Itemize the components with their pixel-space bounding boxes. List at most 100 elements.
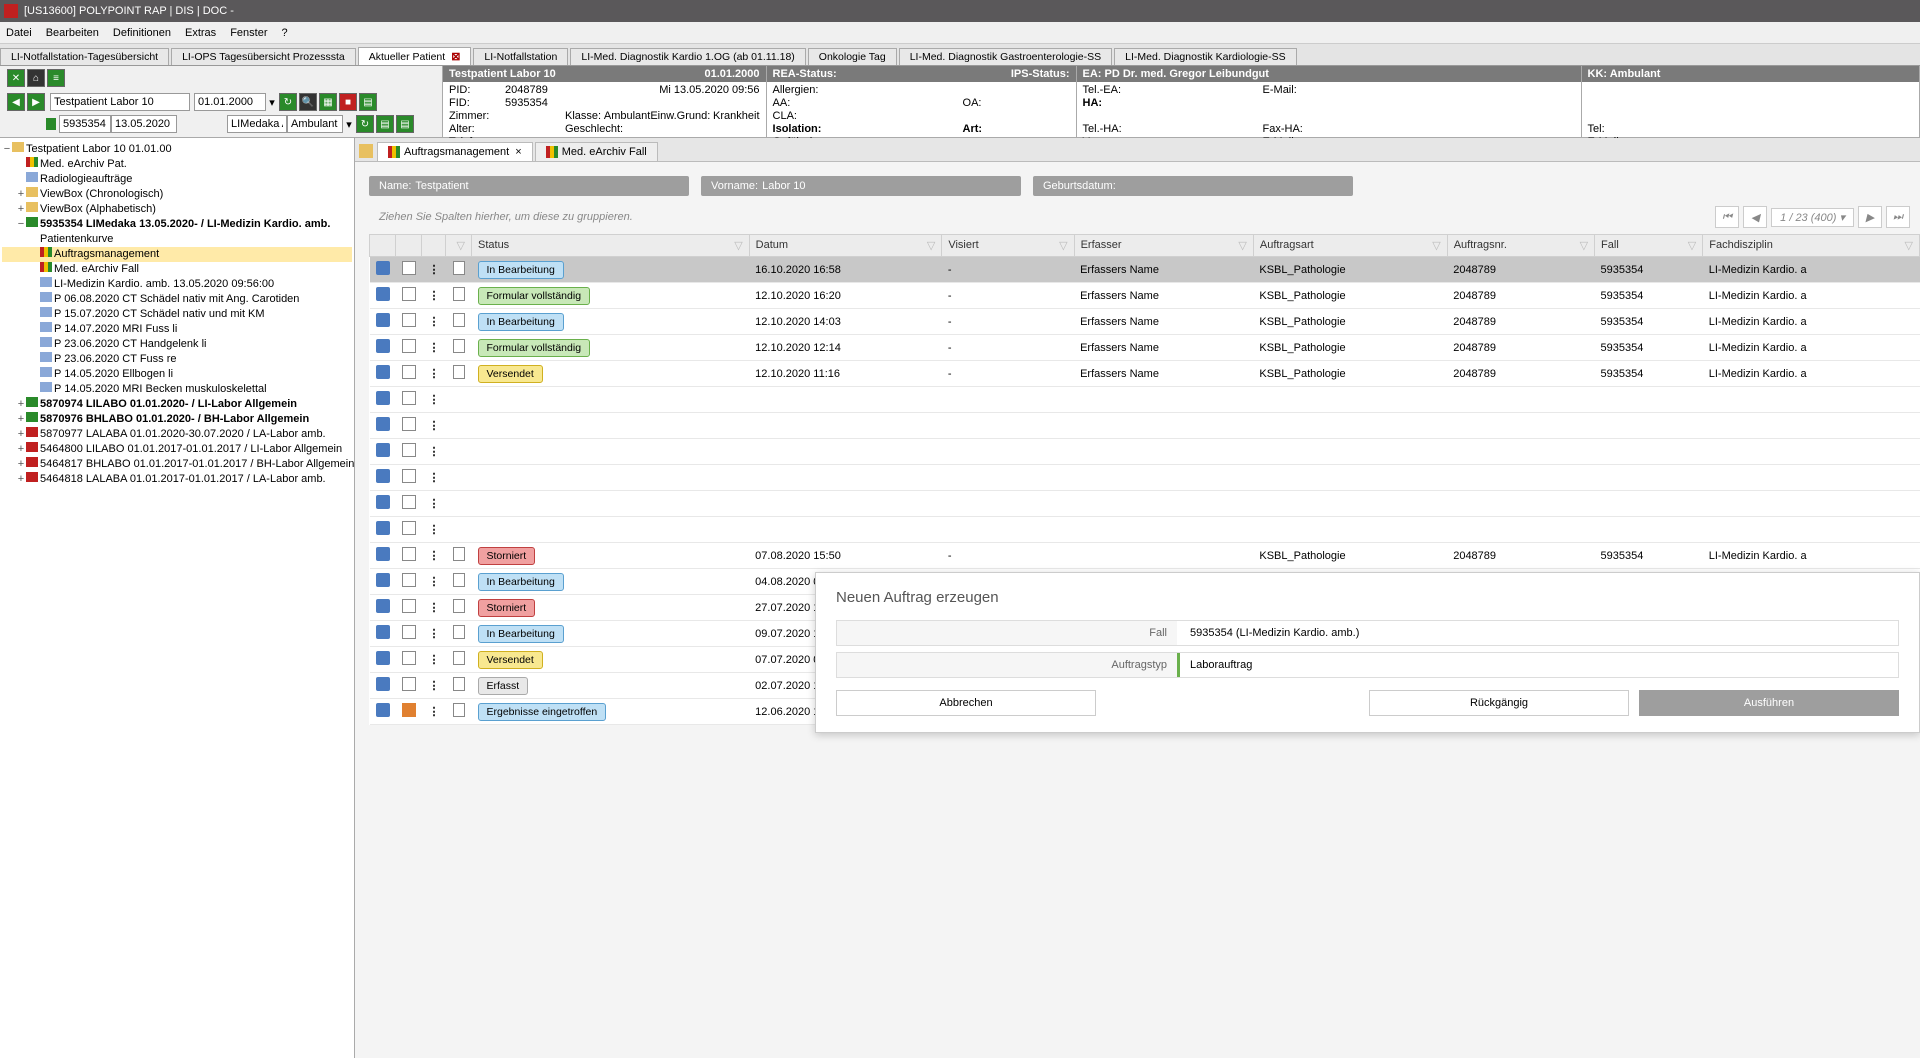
toolbar-icon[interactable]: 🔍 [299, 93, 317, 111]
folder-icon[interactable] [359, 144, 373, 158]
row-menu-icon[interactable]: ⋮ [429, 342, 439, 354]
row-flag-icon[interactable] [402, 547, 416, 561]
tree-node[interactable]: +5870974 LILABO 01.01.2020- / LI-Labor A… [2, 397, 352, 412]
submit-button[interactable]: Ausführen [1639, 690, 1899, 716]
table-row[interactable]: ⋮Formular vollständig12.10.2020 12:14-Er… [370, 335, 1920, 361]
column-header[interactable]: Auftragsnr.▽ [1447, 235, 1594, 257]
tree-node[interactable]: +ViewBox (Alphabetisch) [2, 202, 352, 217]
row-flag-icon[interactable] [402, 677, 416, 691]
tree-node[interactable]: P 23.06.2020 CT Handgelenk li [2, 337, 352, 352]
row-action-icon[interactable] [376, 339, 390, 353]
row-action-icon[interactable] [376, 573, 390, 587]
tree-node[interactable]: P 15.07.2020 CT Schädel nativ und mit KM [2, 307, 352, 322]
row-menu-icon[interactable]: ⋮ [429, 628, 439, 640]
row-flag-icon[interactable] [402, 287, 416, 301]
row-flag-icon[interactable] [402, 573, 416, 587]
menu-datei[interactable]: Datei [6, 27, 32, 39]
row-flag-icon[interactable] [402, 313, 416, 327]
tree-node[interactable]: Med. eArchiv Pat. [2, 157, 352, 172]
column-header[interactable]: Datum▽ [749, 235, 942, 257]
location-input[interactable] [227, 115, 287, 133]
tree-node[interactable]: Patientenkurve [2, 232, 352, 247]
document-icon[interactable] [453, 313, 465, 327]
undo-button[interactable]: Rückgängig [1369, 690, 1629, 716]
row-menu-icon[interactable]: ⋮ [429, 602, 439, 614]
cancel-button[interactable]: Abbrechen [836, 690, 1096, 716]
row-action-icon[interactable] [376, 287, 390, 301]
table-row[interactable]: ⋮ [370, 517, 1920, 543]
pager-last-icon[interactable]: ⏭ [1886, 206, 1910, 228]
document-icon[interactable] [453, 599, 465, 613]
patient-dob-input[interactable] [194, 93, 266, 111]
table-row[interactable]: ⋮Versendet12.10.2020 11:16-Erfassers Nam… [370, 361, 1920, 387]
close-icon[interactable]: ⊠ [451, 51, 460, 63]
tree-root[interactable]: Testpatient Labor 10 01.01.00 [26, 143, 172, 155]
document-icon[interactable] [453, 261, 465, 275]
main-tab[interactable]: LI-Med. Diagnostik Kardio 1.OG (ab 01.11… [570, 48, 805, 65]
row-flag-icon[interactable] [402, 599, 416, 613]
table-row[interactable]: ⋮ [370, 439, 1920, 465]
pager-next-icon[interactable]: ▶ [1858, 206, 1882, 228]
tree-node[interactable]: P 14.07.2020 MRI Fuss li [2, 322, 352, 337]
table-row[interactable]: ⋮ [370, 491, 1920, 517]
table-row[interactable]: ⋮ [370, 413, 1920, 439]
row-flag-icon[interactable] [402, 339, 416, 353]
column-header[interactable]: Fall▽ [1595, 235, 1703, 257]
tree-node[interactable]: P 14.05.2020 Ellbogen li [2, 367, 352, 382]
main-tab[interactable]: LI-Notfallstation [473, 48, 568, 65]
row-menu-icon[interactable]: ⋮ [429, 680, 439, 692]
row-menu-icon[interactable]: ⋮ [429, 576, 439, 588]
tab-earchiv[interactable]: Med. eArchiv Fall [535, 142, 658, 161]
document-icon[interactable] [453, 677, 465, 691]
document-icon[interactable] [453, 339, 465, 353]
column-header[interactable]: Status▽ [472, 235, 750, 257]
class-input[interactable] [287, 115, 343, 133]
pager-text[interactable]: 1 / 23 (400) ▾ [1771, 208, 1854, 227]
toolbar-icon[interactable]: ↻ [356, 115, 374, 133]
table-row[interactable]: ⋮Storniert07.08.2020 15:50-KSBL_Patholog… [370, 543, 1920, 569]
row-menu-icon[interactable]: ⋮ [429, 264, 439, 276]
document-icon[interactable] [453, 547, 465, 561]
row-flag-icon[interactable] [402, 365, 416, 379]
toolbar-icon[interactable]: ▤ [359, 93, 377, 111]
row-action-icon[interactable] [376, 313, 390, 327]
tree-node[interactable]: P 14.05.2020 MRI Becken muskuloskelettal [2, 382, 352, 397]
pager-first-icon[interactable]: ⏮ [1715, 206, 1739, 228]
row-flag-icon[interactable] [402, 703, 416, 717]
column-header[interactable]: Visiert▽ [942, 235, 1074, 257]
tree-node[interactable]: Auftragsmanagement [2, 247, 352, 262]
toolbar-icon[interactable]: ≡ [47, 69, 65, 87]
main-tab[interactable]: LI-Med. Diagnostik Kardiologie-SS [1114, 48, 1297, 65]
toolbar-icon[interactable]: ▦ [319, 93, 337, 111]
toolbar-icon[interactable]: ✕ [7, 69, 25, 87]
tree-node[interactable]: +5870977 LALABA 01.01.2020-30.07.2020 / … [2, 427, 352, 442]
toolbar-icon[interactable]: ⌂ [27, 69, 45, 87]
row-action-icon[interactable] [376, 651, 390, 665]
document-icon[interactable] [453, 365, 465, 379]
column-header[interactable]: Erfasser▽ [1074, 235, 1253, 257]
row-action-icon[interactable] [376, 677, 390, 691]
patient-name-input[interactable] [50, 93, 190, 111]
menu-bearbeiten[interactable]: Bearbeiten [46, 27, 99, 39]
menu-extras[interactable]: Extras [185, 27, 216, 39]
row-flag-icon[interactable] [402, 625, 416, 639]
tree-node[interactable]: P 23.06.2020 CT Fuss re [2, 352, 352, 367]
nav-prev-icon[interactable]: ◀ [7, 93, 25, 111]
dialog-typ-value[interactable]: Laborauftrag [1177, 653, 1898, 677]
menu-fenster[interactable]: Fenster [230, 27, 267, 39]
main-tab[interactable]: LI-Med. Diagnostik Gastroenterologie-SS [899, 48, 1112, 65]
row-menu-icon[interactable]: ⋮ [429, 706, 439, 718]
pager-prev-icon[interactable]: ◀ [1743, 206, 1767, 228]
document-icon[interactable] [453, 651, 465, 665]
case-date-input[interactable] [111, 115, 177, 133]
document-icon[interactable] [453, 287, 465, 301]
toolbar-icon[interactable]: ↻ [279, 93, 297, 111]
row-action-icon[interactable] [376, 703, 390, 717]
tree-node[interactable]: Radiologieaufträge [2, 172, 352, 187]
row-menu-icon[interactable]: ⋮ [429, 550, 439, 562]
main-tab[interactable]: LI-Notfallstation-Tagesübersicht [0, 48, 169, 65]
tree-node[interactable]: +5870976 BHLABO 01.01.2020- / BH-Labor A… [2, 412, 352, 427]
main-tab[interactable]: Onkologie Tag [808, 48, 897, 65]
table-row[interactable]: ⋮In Bearbeitung16.10.2020 16:58-Erfasser… [370, 257, 1920, 283]
table-row[interactable]: ⋮Formular vollständig12.10.2020 16:20-Er… [370, 283, 1920, 309]
